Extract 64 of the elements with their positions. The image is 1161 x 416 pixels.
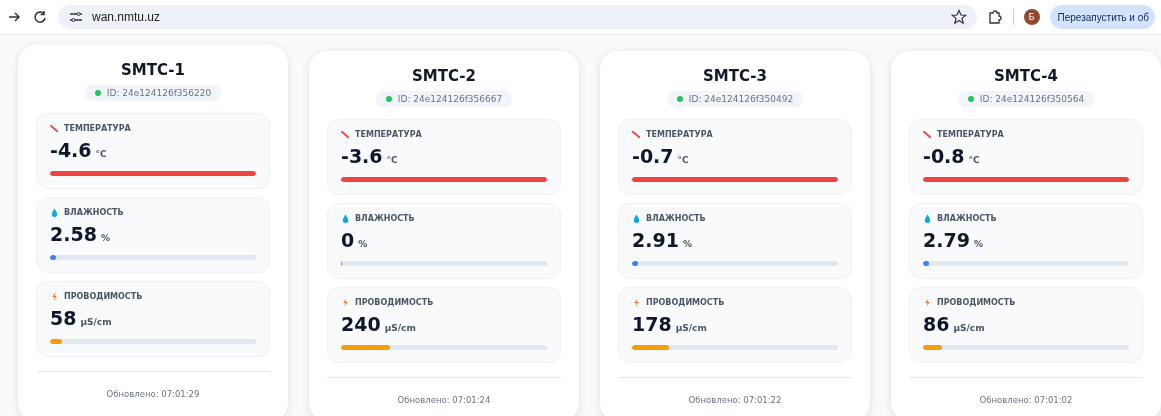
- device-id: ID: 24e124126f356667: [397, 94, 503, 104]
- metric-value: -0.8: [923, 145, 965, 167]
- metric-unit: %: [358, 239, 368, 249]
- device-id: ID: 24e124126f350492: [688, 94, 794, 104]
- metric-label: ВЛАЖНОСТЬ: [355, 214, 415, 223]
- updated-time: Обновлено: 07:01:29: [106, 389, 200, 399]
- metric-label: ТЕМПЕРАТУРА: [64, 124, 131, 133]
- profile-avatar[interactable]: Б: [1023, 9, 1040, 25]
- address-bar[interactable]: wan.nmtu.uz: [58, 5, 977, 29]
- metric-value: 2.91: [632, 229, 679, 251]
- updated-time: Обновлено: 07:01:24: [397, 395, 491, 405]
- metric-value: 86: [923, 313, 950, 335]
- url-text: wan.nmtu.uz: [92, 10, 161, 24]
- device-name: SMTC-2: [411, 67, 477, 85]
- metric-unit: µS/cm: [953, 323, 985, 333]
- metric-label: ПРОВОДИМОСТЬ: [646, 298, 725, 307]
- metric-value: -0.7: [632, 145, 674, 167]
- metric-unit: %: [973, 239, 983, 249]
- metric-value: 2.58: [50, 223, 97, 245]
- droplet-icon: [923, 214, 932, 223]
- metric-value: 2.79: [923, 229, 970, 251]
- metric-label: ВЛАЖНОСТЬ: [64, 208, 124, 217]
- droplet-icon: [632, 214, 641, 223]
- metric-unit: µS/cm: [80, 317, 112, 327]
- metric-unit: °C: [968, 155, 980, 165]
- metric-value: 240: [341, 313, 381, 335]
- metric-value: 0: [341, 229, 355, 251]
- metric-value: 58: [50, 307, 77, 329]
- metric-label: ТЕМПЕРАТУРА: [937, 130, 1004, 139]
- metric-unit: %: [100, 233, 110, 243]
- metric-label: ВЛАЖНОСТЬ: [646, 214, 706, 223]
- device-id: ID: 24e124126f356220: [106, 88, 212, 98]
- reload-icon[interactable]: [32, 9, 48, 25]
- droplet-icon: [50, 208, 59, 217]
- lightning-icon: [341, 298, 350, 307]
- metric-label: ПРОВОДИМОСТЬ: [355, 298, 434, 307]
- device-name: SMTC-3: [702, 67, 768, 85]
- updated-time: Обновлено: 07:01:22: [688, 395, 782, 405]
- updated-time: Обновлено: 07:01:02: [979, 395, 1073, 405]
- device-name: SMTC-4: [993, 67, 1059, 85]
- metric-value: -4.6: [50, 139, 92, 161]
- restart-button[interactable]: Перезапустить и об: [1049, 5, 1155, 29]
- metric-unit: °C: [386, 155, 398, 165]
- metric-value: 178: [632, 313, 672, 335]
- lightning-icon: [632, 298, 641, 307]
- star-icon[interactable]: [950, 9, 967, 25]
- metric-label: ПРОВОДИМОСТЬ: [937, 298, 1016, 307]
- metric-unit: °C: [95, 149, 107, 159]
- metric-value: -3.6: [341, 145, 383, 167]
- lightning-icon: [50, 292, 59, 301]
- site-info-icon[interactable]: [68, 9, 84, 25]
- metric-label: ВЛАЖНОСТЬ: [937, 214, 997, 223]
- metric-unit: %: [682, 239, 692, 249]
- metric-label: ТЕМПЕРАТУРА: [355, 130, 422, 139]
- metric-unit: µS/cm: [384, 323, 416, 333]
- metric-label: ПРОВОДИМОСТЬ: [64, 292, 143, 301]
- device-id: ID: 24e124126f350564: [979, 94, 1085, 104]
- extensions-icon[interactable]: [986, 9, 1003, 25]
- metric-unit: °C: [677, 155, 689, 165]
- droplet-icon: [341, 214, 350, 223]
- lightning-icon: [923, 298, 932, 307]
- metric-unit: µS/cm: [675, 323, 707, 333]
- device-name: SMTC-1: [120, 61, 186, 79]
- metric-label: ТЕМПЕРАТУРА: [646, 130, 713, 139]
